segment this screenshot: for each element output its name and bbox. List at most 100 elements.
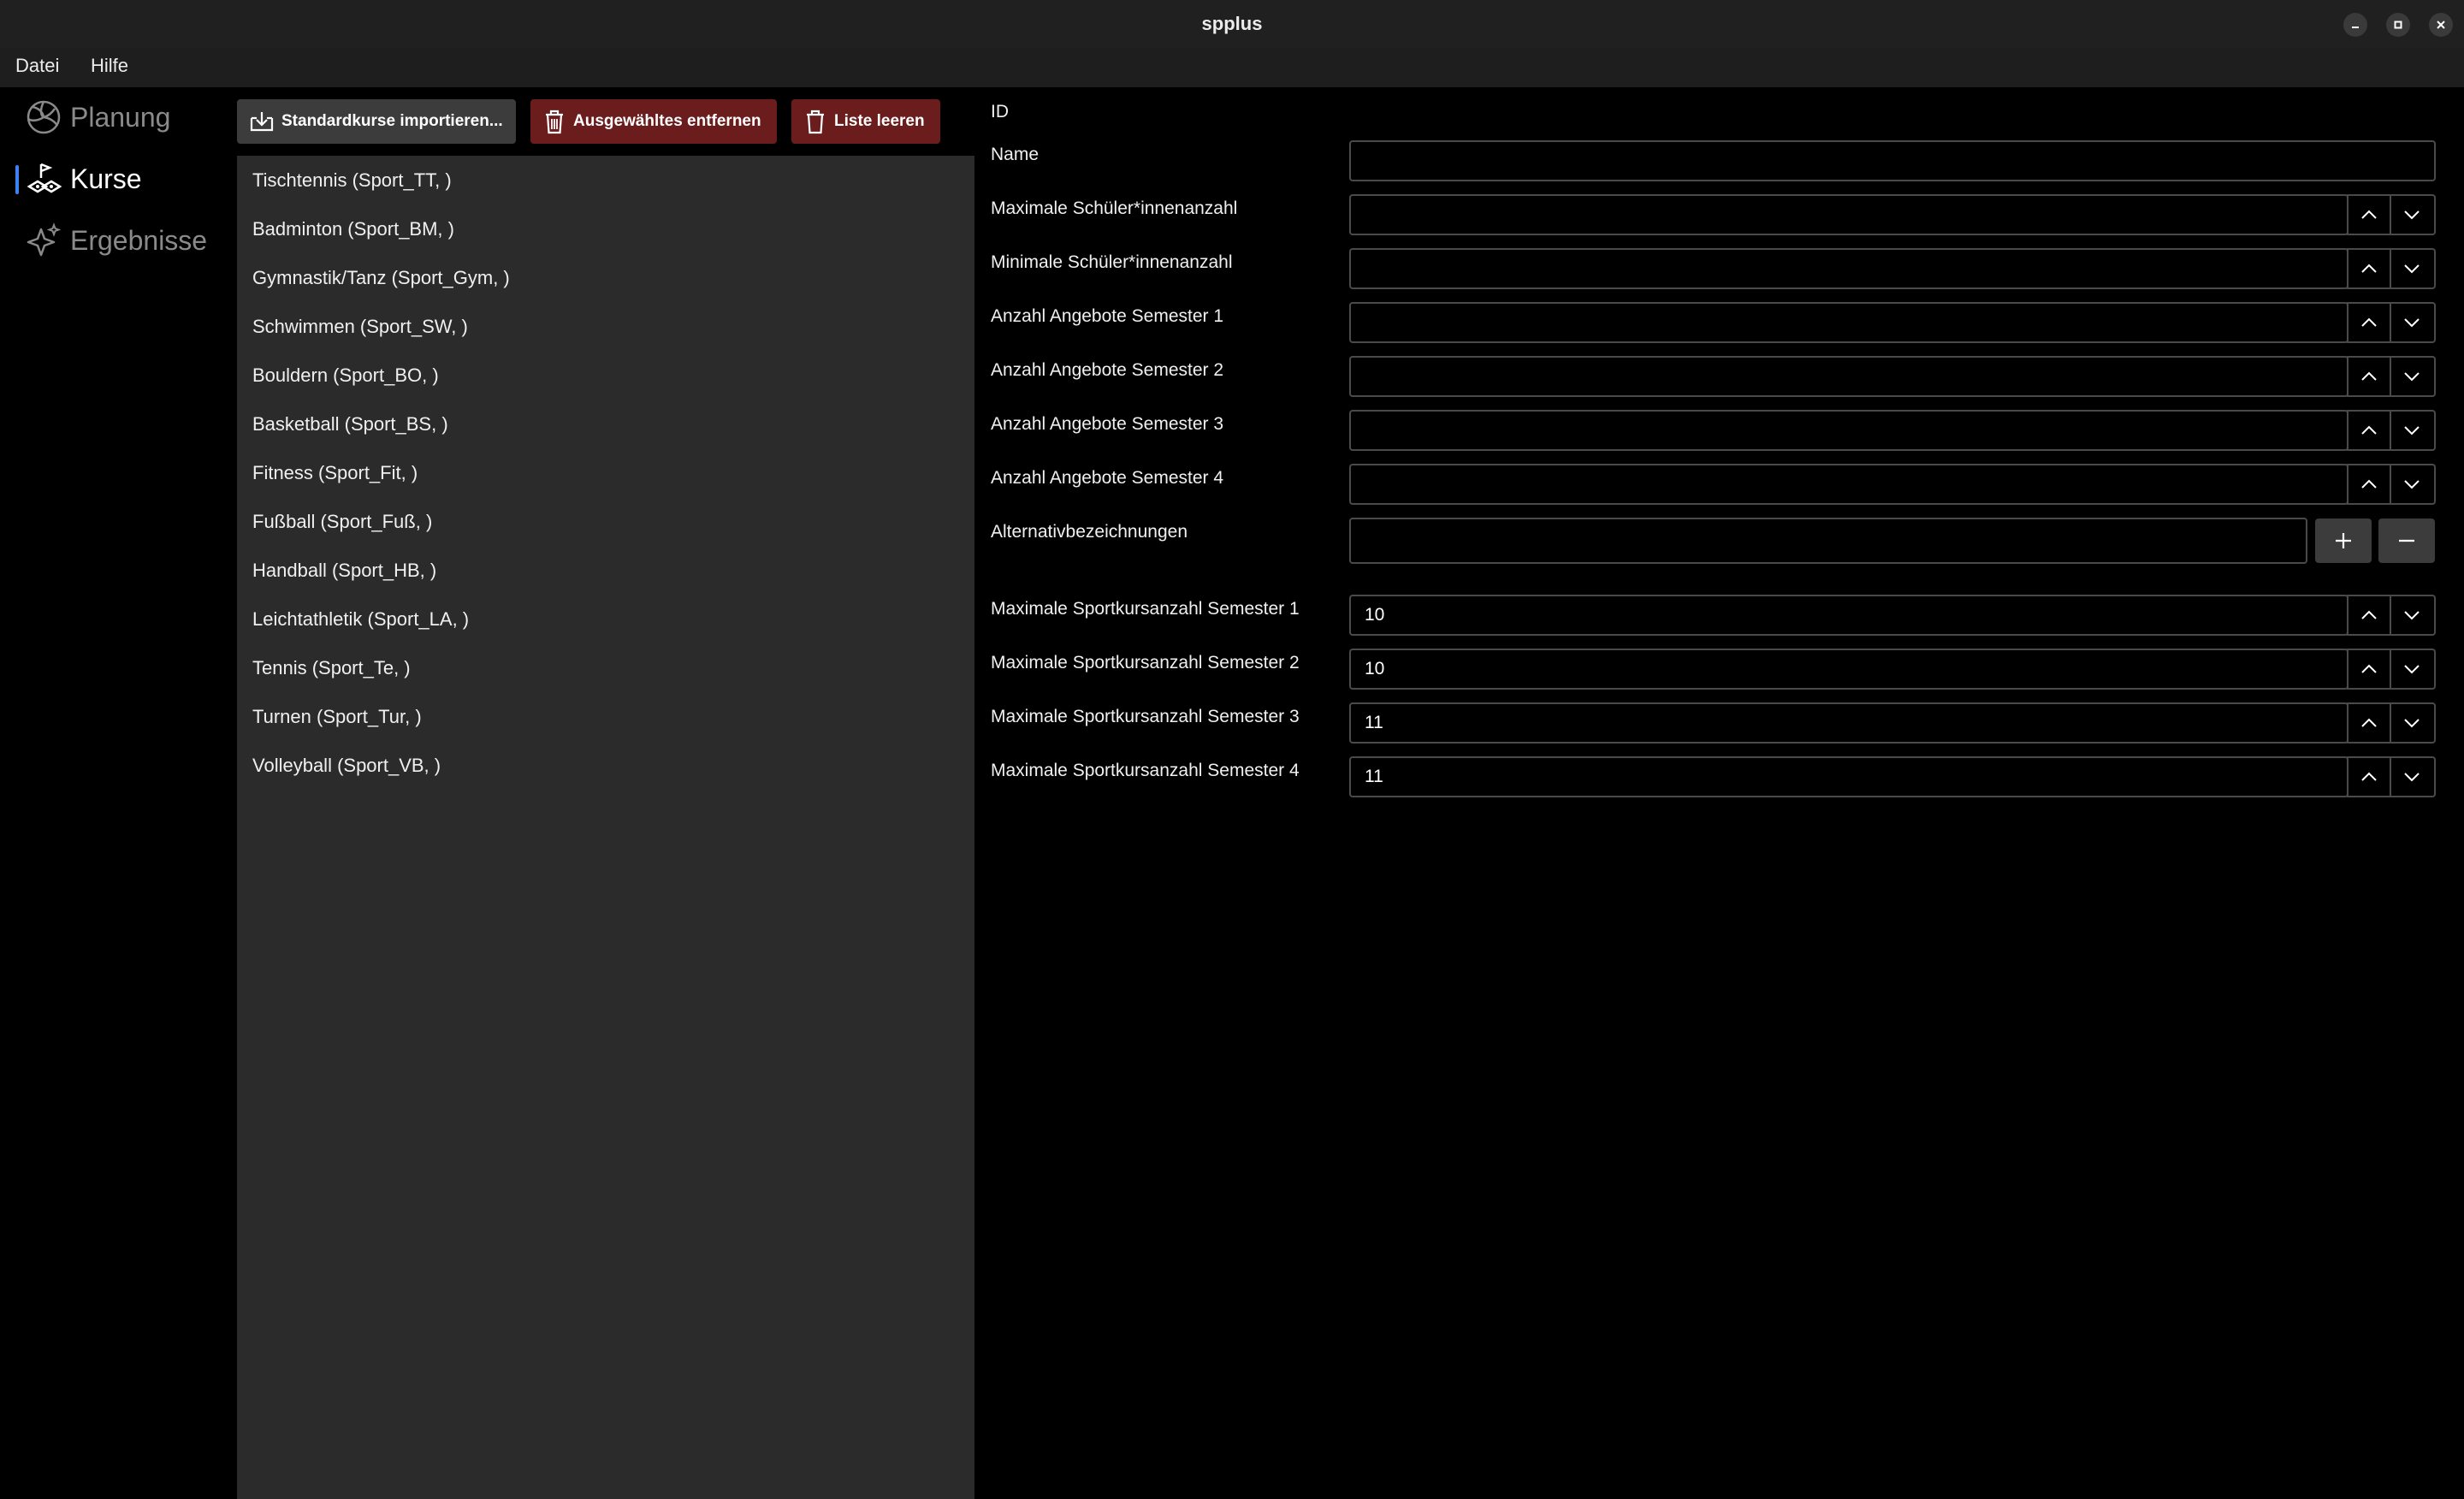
download-icon [250,112,274,132]
list-item[interactable]: Fußball (Sport_Fuß, ) [237,497,974,546]
list-item[interactable]: Gymnastik/Tanz (Sport_Gym, ) [237,253,974,302]
field-label: Maximale Sportkursanzahl Semester 3 [991,707,1300,726]
clear-button-label: Liste leeren [834,112,925,130]
chevron-up-icon [2361,718,2377,727]
decrement-button[interactable] [2390,704,2432,742]
field-label: Anzahl Angebote Semester 1 [991,306,1224,326]
trash-icon [807,110,824,134]
chevron-up-icon [2361,664,2377,673]
list-item[interactable]: Turnen (Sport_Tur, ) [237,692,974,741]
increment-button[interactable] [2347,596,2390,634]
list-item[interactable]: Leichtathletik (Sport_LA, ) [237,595,974,643]
max-courses-semester-3-input[interactable] [1349,702,2348,744]
field-label: Maximale Sportkursanzahl Semester 1 [991,599,1300,619]
list-item[interactable]: Basketball (Sport_BS, ) [237,400,974,448]
chevron-down-icon [2404,773,2420,782]
field-label: Maximale Schüler*innenanzahl [991,198,1238,218]
max-students-input[interactable] [1349,194,2348,235]
menu-bar: Datei Hilfe [0,48,2464,87]
decrement-button[interactable] [2390,758,2432,796]
max-courses-semester-1-input[interactable] [1349,595,2348,636]
field-label: Maximale Sportkursanzahl Semester 4 [991,761,1300,780]
remove-selected-button[interactable]: Ausgewähltes entfernen [530,99,777,144]
title-bar: spplus [0,0,2464,48]
decrement-button[interactable] [2390,596,2432,634]
chevron-up-icon [2361,479,2377,489]
list-item[interactable]: Schwimmen (Sport_SW, ) [237,302,974,351]
offers-semester-2-input[interactable] [1349,356,2348,397]
offers-semester-3-input[interactable] [1349,410,2348,451]
course-list[interactable]: Tischtennis (Sport_TT, ) Badminton (Spor… [237,156,974,1499]
list-item[interactable]: Badminton (Sport_BM, ) [237,204,974,253]
increment-button[interactable] [2347,304,2390,341]
list-item[interactable]: Handball (Sport_HB, ) [237,546,974,595]
min-students-input[interactable] [1349,248,2348,289]
chevron-up-icon [2361,772,2377,781]
chevron-down-icon [2404,318,2420,328]
name-label: Name [991,145,1040,164]
offers-semester-4-input[interactable] [1349,464,2348,505]
maximize-button[interactable] [2386,13,2410,37]
chevron-up-icon [2361,371,2377,381]
import-standard-courses-button[interactable]: Standardkurse importieren... [237,99,516,144]
spinner [2347,756,2436,797]
spinner [2347,595,2436,636]
plus-icon [2336,533,2351,548]
decrement-button[interactable] [2390,465,2432,503]
list-item[interactable]: Tischtennis (Sport_TT, ) [237,156,974,204]
increment-button[interactable] [2347,196,2390,234]
list-item[interactable]: Fitness (Sport_Fit, ) [237,448,974,497]
name-input[interactable] [1349,140,2436,181]
increment-button[interactable] [2347,704,2390,742]
decrement-button[interactable] [2390,250,2432,287]
chevron-down-icon [2404,372,2420,382]
trash-icon [546,110,563,134]
menu-datei[interactable]: Datei [0,48,74,87]
remove-alt-name-button[interactable] [2378,518,2435,563]
increment-button[interactable] [2347,465,2390,503]
add-alt-name-button[interactable] [2315,518,2372,563]
chevron-up-icon [2361,425,2377,435]
nav-label-ergebnisse: Ergebnisse [70,225,208,256]
nav-item-planung[interactable]: Planung [0,87,236,147]
list-item[interactable]: Volleyball (Sport_VB, ) [237,741,974,790]
max-courses-semester-4-input[interactable] [1349,756,2348,797]
increment-button[interactable] [2347,250,2390,287]
decrement-button[interactable] [2390,412,2432,449]
increment-button[interactable] [2347,650,2390,688]
chevron-down-icon [2404,264,2420,274]
cones-icon [27,163,62,193]
nav-label-kurse: Kurse [70,163,142,194]
nav-item-ergebnisse[interactable]: Ergebnisse [0,210,236,270]
alt-names-label: Alternativbezeichnungen [991,522,1188,542]
list-item[interactable]: Tennis (Sport_Te, ) [237,643,974,692]
alt-names-input[interactable] [1349,518,2307,564]
chevron-down-icon [2404,480,2420,489]
clear-list-button[interactable]: Liste leeren [791,99,940,144]
close-button[interactable] [2429,13,2453,37]
decrement-button[interactable] [2390,358,2432,395]
chevron-down-icon [2404,210,2420,220]
list-item[interactable]: Bouldern (Sport_BO, ) [237,351,974,400]
spinner [2347,702,2436,744]
increment-button[interactable] [2347,412,2390,449]
menu-hilfe[interactable]: Hilfe [75,48,144,87]
max-courses-semester-2-input[interactable] [1349,649,2348,690]
spinner [2347,302,2436,343]
spinner [2347,248,2436,289]
id-label: ID [991,102,1009,121]
chevron-down-icon [2404,665,2420,674]
nav-label-planung: Planung [70,102,171,133]
minimize-button[interactable] [2343,13,2367,37]
chevron-down-icon [2404,426,2420,435]
nav-item-kurse[interactable]: Kurse [0,149,236,209]
increment-button[interactable] [2347,358,2390,395]
decrement-button[interactable] [2390,304,2432,341]
minus-icon [2399,539,2414,542]
decrement-button[interactable] [2390,650,2432,688]
increment-button[interactable] [2347,758,2390,796]
offers-semester-1-input[interactable] [1349,302,2348,343]
volleyball-icon [27,100,61,134]
maximize-icon [2394,21,2402,29]
decrement-button[interactable] [2390,196,2432,234]
